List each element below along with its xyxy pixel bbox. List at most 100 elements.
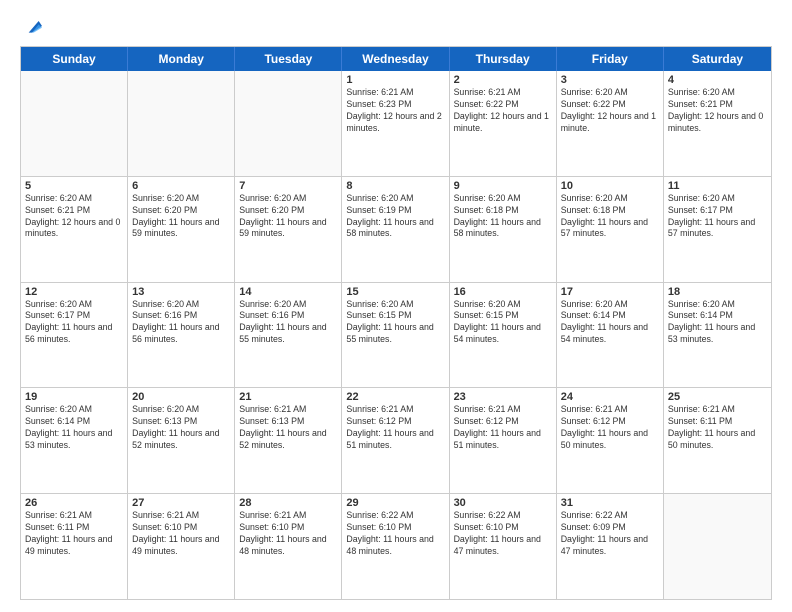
cell-info: Sunrise: 6:20 AM Sunset: 6:14 PM Dayligh…	[668, 299, 767, 347]
day-cell-22: 22Sunrise: 6:21 AM Sunset: 6:12 PM Dayli…	[342, 388, 449, 493]
day-cell-6: 6Sunrise: 6:20 AM Sunset: 6:20 PM Daylig…	[128, 177, 235, 282]
day-cell-14: 14Sunrise: 6:20 AM Sunset: 6:16 PM Dayli…	[235, 283, 342, 388]
day-cell-1: 1Sunrise: 6:21 AM Sunset: 6:23 PM Daylig…	[342, 71, 449, 176]
day-cell-21: 21Sunrise: 6:21 AM Sunset: 6:13 PM Dayli…	[235, 388, 342, 493]
cell-info: Sunrise: 6:20 AM Sunset: 6:21 PM Dayligh…	[668, 87, 767, 135]
day-cell-24: 24Sunrise: 6:21 AM Sunset: 6:12 PM Dayli…	[557, 388, 664, 493]
day-number: 9	[454, 180, 552, 192]
empty-cell	[235, 71, 342, 176]
cell-info: Sunrise: 6:20 AM Sunset: 6:15 PM Dayligh…	[346, 299, 444, 347]
day-number: 20	[132, 391, 230, 403]
cell-info: Sunrise: 6:21 AM Sunset: 6:13 PM Dayligh…	[239, 404, 337, 452]
day-number: 18	[668, 286, 767, 298]
day-number: 11	[668, 180, 767, 192]
header-day-wednesday: Wednesday	[342, 47, 449, 71]
day-cell-5: 5Sunrise: 6:20 AM Sunset: 6:21 PM Daylig…	[21, 177, 128, 282]
header-day-tuesday: Tuesday	[235, 47, 342, 71]
day-number: 23	[454, 391, 552, 403]
day-cell-23: 23Sunrise: 6:21 AM Sunset: 6:12 PM Dayli…	[450, 388, 557, 493]
day-cell-8: 8Sunrise: 6:20 AM Sunset: 6:19 PM Daylig…	[342, 177, 449, 282]
day-cell-10: 10Sunrise: 6:20 AM Sunset: 6:18 PM Dayli…	[557, 177, 664, 282]
calendar-row-3: 12Sunrise: 6:20 AM Sunset: 6:17 PM Dayli…	[21, 283, 771, 389]
day-cell-12: 12Sunrise: 6:20 AM Sunset: 6:17 PM Dayli…	[21, 283, 128, 388]
day-number: 25	[668, 391, 767, 403]
cell-info: Sunrise: 6:20 AM Sunset: 6:19 PM Dayligh…	[346, 193, 444, 241]
cell-info: Sunrise: 6:21 AM Sunset: 6:22 PM Dayligh…	[454, 87, 552, 135]
day-number: 15	[346, 286, 444, 298]
day-number: 2	[454, 74, 552, 86]
cell-info: Sunrise: 6:22 AM Sunset: 6:09 PM Dayligh…	[561, 510, 659, 558]
day-number: 21	[239, 391, 337, 403]
cell-info: Sunrise: 6:20 AM Sunset: 6:20 PM Dayligh…	[239, 193, 337, 241]
day-cell-26: 26Sunrise: 6:21 AM Sunset: 6:11 PM Dayli…	[21, 494, 128, 599]
day-number: 26	[25, 497, 123, 509]
cell-info: Sunrise: 6:21 AM Sunset: 6:12 PM Dayligh…	[561, 404, 659, 452]
day-number: 19	[25, 391, 123, 403]
header	[20, 16, 772, 36]
day-cell-28: 28Sunrise: 6:21 AM Sunset: 6:10 PM Dayli…	[235, 494, 342, 599]
cell-info: Sunrise: 6:20 AM Sunset: 6:14 PM Dayligh…	[25, 404, 123, 452]
calendar-row-5: 26Sunrise: 6:21 AM Sunset: 6:11 PM Dayli…	[21, 494, 771, 599]
day-cell-13: 13Sunrise: 6:20 AM Sunset: 6:16 PM Dayli…	[128, 283, 235, 388]
day-cell-18: 18Sunrise: 6:20 AM Sunset: 6:14 PM Dayli…	[664, 283, 771, 388]
header-day-saturday: Saturday	[664, 47, 771, 71]
logo	[20, 16, 42, 36]
day-number: 28	[239, 497, 337, 509]
logo-icon	[22, 16, 42, 36]
cell-info: Sunrise: 6:21 AM Sunset: 6:10 PM Dayligh…	[239, 510, 337, 558]
cell-info: Sunrise: 6:20 AM Sunset: 6:18 PM Dayligh…	[454, 193, 552, 241]
day-number: 27	[132, 497, 230, 509]
empty-cell	[21, 71, 128, 176]
day-cell-17: 17Sunrise: 6:20 AM Sunset: 6:14 PM Dayli…	[557, 283, 664, 388]
cell-info: Sunrise: 6:20 AM Sunset: 6:17 PM Dayligh…	[668, 193, 767, 241]
cell-info: Sunrise: 6:22 AM Sunset: 6:10 PM Dayligh…	[346, 510, 444, 558]
cell-info: Sunrise: 6:20 AM Sunset: 6:13 PM Dayligh…	[132, 404, 230, 452]
day-number: 31	[561, 497, 659, 509]
calendar-row-4: 19Sunrise: 6:20 AM Sunset: 6:14 PM Dayli…	[21, 388, 771, 494]
cell-info: Sunrise: 6:20 AM Sunset: 6:21 PM Dayligh…	[25, 193, 123, 241]
day-cell-9: 9Sunrise: 6:20 AM Sunset: 6:18 PM Daylig…	[450, 177, 557, 282]
day-cell-16: 16Sunrise: 6:20 AM Sunset: 6:15 PM Dayli…	[450, 283, 557, 388]
day-number: 8	[346, 180, 444, 192]
day-cell-4: 4Sunrise: 6:20 AM Sunset: 6:21 PM Daylig…	[664, 71, 771, 176]
day-number: 29	[346, 497, 444, 509]
cell-info: Sunrise: 6:20 AM Sunset: 6:20 PM Dayligh…	[132, 193, 230, 241]
day-number: 7	[239, 180, 337, 192]
day-number: 4	[668, 74, 767, 86]
cell-info: Sunrise: 6:21 AM Sunset: 6:12 PM Dayligh…	[454, 404, 552, 452]
day-number: 3	[561, 74, 659, 86]
cell-info: Sunrise: 6:20 AM Sunset: 6:16 PM Dayligh…	[239, 299, 337, 347]
calendar-header: SundayMondayTuesdayWednesdayThursdayFrid…	[21, 47, 771, 71]
day-cell-30: 30Sunrise: 6:22 AM Sunset: 6:10 PM Dayli…	[450, 494, 557, 599]
header-day-thursday: Thursday	[450, 47, 557, 71]
day-cell-11: 11Sunrise: 6:20 AM Sunset: 6:17 PM Dayli…	[664, 177, 771, 282]
day-number: 12	[25, 286, 123, 298]
day-number: 22	[346, 391, 444, 403]
day-cell-25: 25Sunrise: 6:21 AM Sunset: 6:11 PM Dayli…	[664, 388, 771, 493]
calendar-row-2: 5Sunrise: 6:20 AM Sunset: 6:21 PM Daylig…	[21, 177, 771, 283]
day-cell-15: 15Sunrise: 6:20 AM Sunset: 6:15 PM Dayli…	[342, 283, 449, 388]
empty-cell	[128, 71, 235, 176]
cell-info: Sunrise: 6:20 AM Sunset: 6:22 PM Dayligh…	[561, 87, 659, 135]
header-day-sunday: Sunday	[21, 47, 128, 71]
day-number: 6	[132, 180, 230, 192]
page: SundayMondayTuesdayWednesdayThursdayFrid…	[0, 0, 792, 612]
cell-info: Sunrise: 6:20 AM Sunset: 6:16 PM Dayligh…	[132, 299, 230, 347]
day-number: 17	[561, 286, 659, 298]
day-number: 13	[132, 286, 230, 298]
header-day-monday: Monday	[128, 47, 235, 71]
cell-info: Sunrise: 6:21 AM Sunset: 6:11 PM Dayligh…	[668, 404, 767, 452]
cell-info: Sunrise: 6:20 AM Sunset: 6:14 PM Dayligh…	[561, 299, 659, 347]
cell-info: Sunrise: 6:21 AM Sunset: 6:11 PM Dayligh…	[25, 510, 123, 558]
day-cell-7: 7Sunrise: 6:20 AM Sunset: 6:20 PM Daylig…	[235, 177, 342, 282]
calendar-body: 1Sunrise: 6:21 AM Sunset: 6:23 PM Daylig…	[21, 71, 771, 599]
day-number: 10	[561, 180, 659, 192]
cell-info: Sunrise: 6:20 AM Sunset: 6:15 PM Dayligh…	[454, 299, 552, 347]
cell-info: Sunrise: 6:20 AM Sunset: 6:17 PM Dayligh…	[25, 299, 123, 347]
day-number: 5	[25, 180, 123, 192]
day-number: 1	[346, 74, 444, 86]
day-cell-20: 20Sunrise: 6:20 AM Sunset: 6:13 PM Dayli…	[128, 388, 235, 493]
cell-info: Sunrise: 6:21 AM Sunset: 6:10 PM Dayligh…	[132, 510, 230, 558]
cell-info: Sunrise: 6:22 AM Sunset: 6:10 PM Dayligh…	[454, 510, 552, 558]
day-cell-2: 2Sunrise: 6:21 AM Sunset: 6:22 PM Daylig…	[450, 71, 557, 176]
